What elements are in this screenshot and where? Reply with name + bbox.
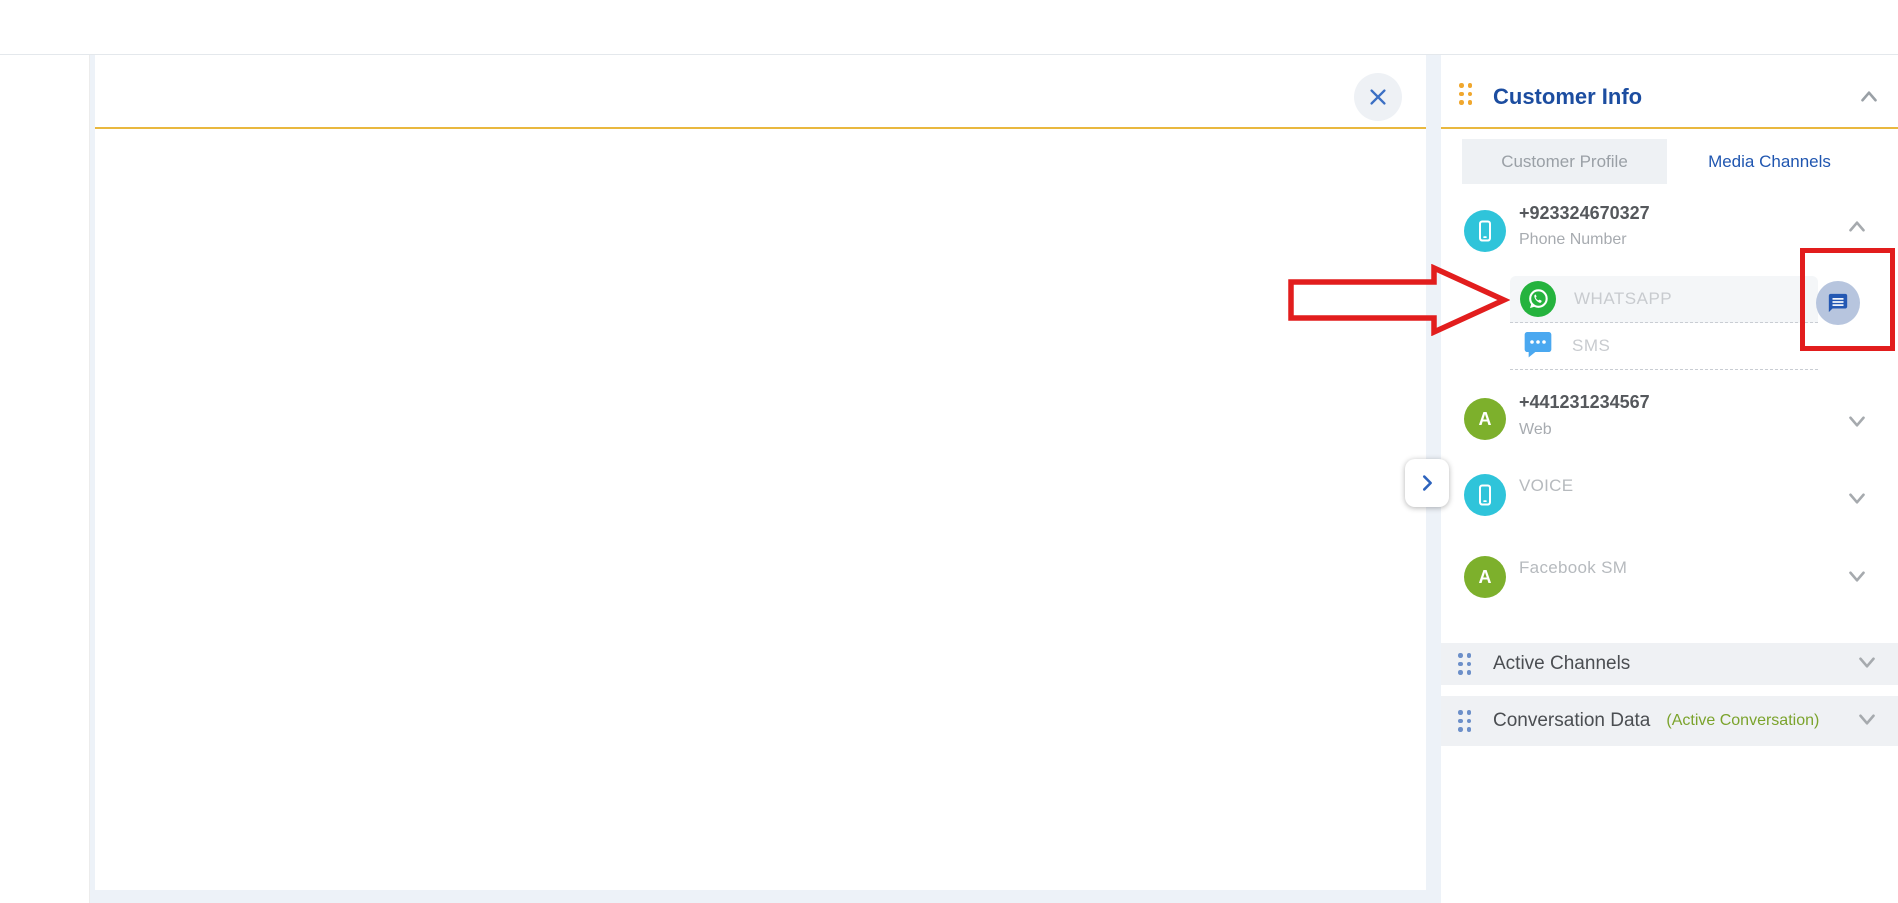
chat-message-icon [1827, 292, 1849, 314]
drag-handle-icon[interactable] [1458, 710, 1471, 732]
conversation-rail [0, 55, 90, 903]
conversation-badge: (Active Conversation) [1666, 712, 1819, 730]
conversation-data-label: Conversation Data [1493, 710, 1650, 732]
drag-handle-icon[interactable] [1458, 653, 1471, 675]
active-channels-section[interactable]: Active Channels [1441, 643, 1898, 685]
topbar [0, 0, 1898, 55]
whatsapp-label: WHATSAPP [1574, 289, 1672, 309]
close-icon [1367, 86, 1389, 108]
chevron-up-icon [1844, 214, 1870, 240]
facebook-channel-avatar: A [1464, 556, 1506, 598]
conversation-data-section[interactable]: Conversation Data (Active Conversation) [1441, 696, 1898, 746]
chevron-down-icon [1844, 563, 1870, 589]
chat-panel [95, 55, 1426, 890]
chevron-down-icon [1844, 408, 1870, 434]
whatsapp-option[interactable]: WHATSAPP [1510, 276, 1818, 323]
sms-label: SMS [1572, 336, 1610, 356]
phone-number: +923324670327 [1519, 203, 1650, 224]
start-chat-button[interactable] [1816, 281, 1860, 325]
phone-channel-entry[interactable] [1464, 210, 1506, 252]
customer-info-tabs: Customer Profile Media Channels [1462, 139, 1872, 184]
chevron-down-icon[interactable] [1854, 649, 1880, 680]
expand-voice-entry-button[interactable] [1844, 485, 1870, 516]
chevron-up-icon [1856, 84, 1882, 110]
smartphone-icon [1473, 483, 1497, 507]
web-channel-type: Web [1519, 421, 1552, 439]
voice-channel-entry[interactable] [1464, 474, 1506, 516]
web-channel-avatar: A [1464, 398, 1506, 440]
chevron-down-icon[interactable] [1854, 706, 1880, 737]
voice-channel-label: VOICE [1519, 476, 1573, 496]
whatsapp-icon [1520, 281, 1556, 317]
sms-option[interactable]: SMS [1510, 323, 1818, 370]
customer-info-title: Customer Info [1493, 84, 1642, 110]
tab-media-channels[interactable]: Media Channels [1667, 139, 1872, 184]
collapse-customer-info-button[interactable] [1856, 84, 1882, 115]
sms-icon [1522, 328, 1554, 365]
chevron-right-icon [1416, 472, 1438, 494]
smartphone-icon [1473, 219, 1497, 243]
expand-facebook-entry-button[interactable] [1844, 563, 1870, 594]
active-channels-label: Active Channels [1493, 653, 1630, 675]
app-window: ExpertFlow chat, voice, video contact ce… [0, 0, 1898, 903]
facebook-channel-label: Facebook SM [1519, 558, 1627, 578]
expand-panel-button[interactable] [1405, 459, 1449, 507]
chevron-down-icon [1844, 485, 1870, 511]
chat-header [95, 55, 1426, 129]
phone-number-type: Phone Number [1519, 231, 1627, 249]
web-channel-number: +441231234567 [1519, 392, 1650, 413]
tab-customer-profile[interactable]: Customer Profile [1462, 139, 1667, 184]
drag-handle-icon[interactable] [1459, 83, 1472, 105]
expand-web-entry-button[interactable] [1844, 408, 1870, 439]
collapse-phone-entry-button[interactable] [1844, 214, 1870, 245]
close-chat-button[interactable] [1354, 73, 1402, 121]
